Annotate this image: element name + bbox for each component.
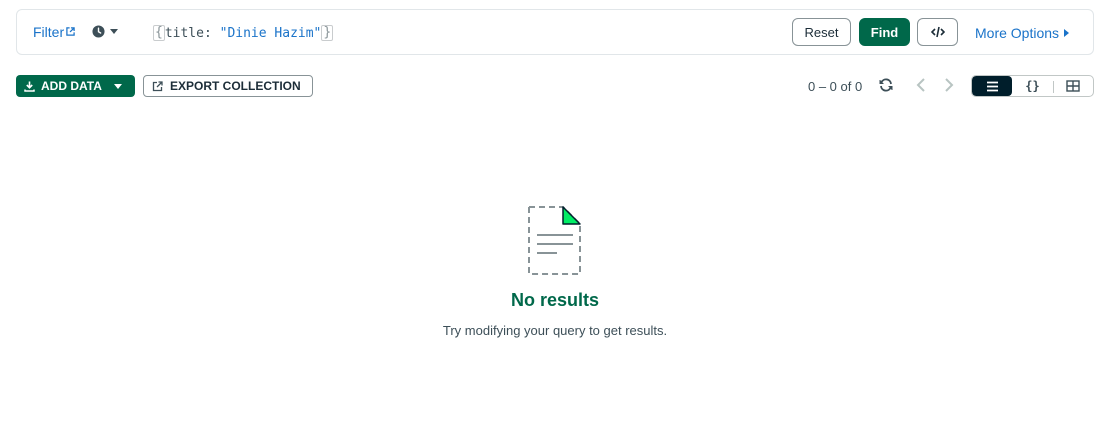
list-icon [986,81,998,91]
filter-link[interactable]: Filter [33,24,75,40]
pagination-text: 0 – 0 of 0 [808,79,863,94]
code-icon [930,26,945,38]
clock-icon [92,25,105,38]
no-results-subtitle: Try modifying your query to get results. [442,323,668,338]
add-data-button[interactable]: ADD DATA [16,75,135,97]
more-options-label[interactable]: More Options [975,25,1059,41]
download-icon [24,81,35,92]
next-page-button[interactable] [944,78,954,97]
find-button[interactable]: Find [859,18,910,46]
query-key: title: [164,25,212,41]
close-brace: } [321,25,334,41]
filter-label[interactable]: Filter [33,24,64,40]
empty-document-icon [526,205,584,280]
chevron-left-icon [916,78,925,92]
caret-right-icon [1064,29,1070,37]
caret-down-icon [113,83,122,89]
refresh-button[interactable] [878,78,894,97]
reset-button[interactable]: Reset [792,18,851,46]
more-options-button[interactable]: More Options [975,25,1070,41]
chevron-right-icon [945,78,954,92]
previous-page-button[interactable] [916,78,926,97]
query-bar: Filter { title: "Dinie Hazim" } Reset Fi… [16,9,1094,55]
braces-icon: {} [1025,79,1040,93]
query-input[interactable]: { title: "Dinie Hazim" } [153,23,653,43]
external-link-icon [66,23,75,39]
table-icon [1066,80,1080,92]
export-collection-button[interactable]: EXPORT COLLECTION [143,75,313,97]
view-toggle-group: {} [971,75,1094,97]
query-value: "Dinie Hazim" [219,25,322,41]
caret-down-icon [110,29,118,34]
open-brace: { [153,25,165,41]
json-view-button[interactable]: {} [1012,76,1052,96]
export-collection-label[interactable]: EXPORT COLLECTION [170,79,301,93]
table-view-button[interactable] [1053,76,1093,96]
query-history-button[interactable] [92,25,118,38]
add-data-label[interactable]: ADD DATA [41,79,102,93]
code-view-button[interactable] [917,18,958,46]
no-results-title: No results [510,290,600,310]
refresh-icon [879,78,893,92]
export-icon [152,80,163,91]
view-divider [1053,81,1054,93]
list-view-button[interactable] [972,76,1013,96]
